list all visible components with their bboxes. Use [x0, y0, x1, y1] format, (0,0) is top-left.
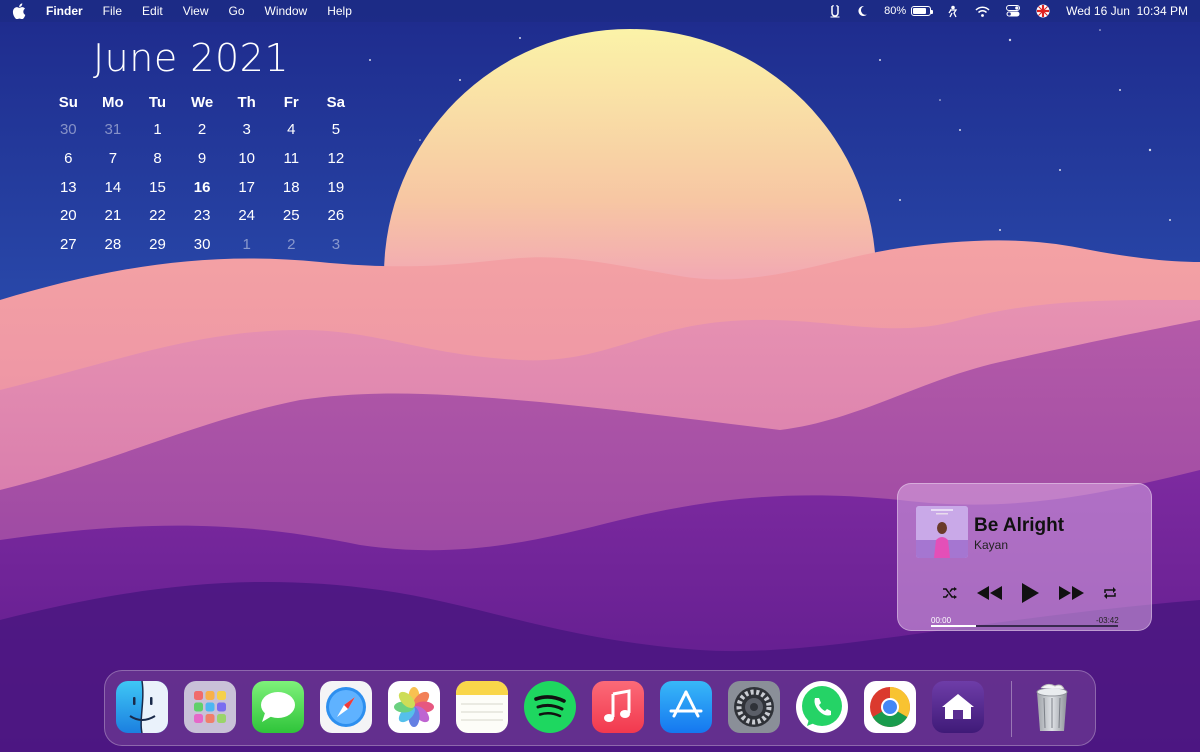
calendar-day: 31 — [104, 121, 122, 138]
whatsapp-icon[interactable] — [795, 680, 849, 734]
launchpad-icon[interactable] — [183, 680, 237, 734]
calendar-day: 24 — [238, 207, 256, 225]
calendar-day: 14 — [104, 178, 122, 196]
calendar-title: June 2021 — [92, 36, 290, 80]
messages-icon[interactable] — [251, 680, 305, 734]
dock-separator — [1011, 681, 1012, 737]
menu-bar: Finder File Edit View Go Window Help 80% — [0, 0, 1200, 22]
spotify-icon[interactable] — [523, 680, 577, 734]
u-status-icon[interactable] — [830, 4, 840, 18]
track-title: Be Alright — [974, 515, 1065, 536]
repeat-icon[interactable] — [1102, 585, 1118, 601]
calendar-grid: Su Mo Tu We Th Fr Sa 30 31 1 2 3 4 5 6 7 8 9 10 11 12 13 14 15 1… — [46, 90, 356, 260]
calendar-day: 25 — [282, 207, 300, 225]
fast-forward-icon[interactable] — [1058, 586, 1084, 600]
now-playing-widget: Be Alright Kayan 00:00 -03:42 — [897, 483, 1152, 631]
chrome-icon[interactable] — [863, 680, 917, 734]
calendar-day: 6 — [64, 149, 73, 167]
calendar-day: 30 — [59, 121, 77, 138]
battery-icon — [911, 6, 934, 16]
calendar-weekday: Tu — [148, 94, 167, 111]
calendar-day: 7 — [108, 149, 118, 167]
play-icon[interactable] — [1021, 583, 1039, 603]
calendar-weekday: Su — [58, 94, 78, 111]
rewind-icon[interactable] — [976, 586, 1003, 600]
calendar-day: 10 — [238, 149, 256, 167]
apple-logo-icon[interactable] — [12, 3, 26, 19]
menu-go[interactable]: Go — [229, 4, 245, 18]
calendar-day: 5 — [331, 121, 341, 138]
playback-progress-bar[interactable] — [931, 625, 1118, 627]
menu-help[interactable]: Help — [327, 4, 352, 18]
calendar-day: 15 — [149, 178, 166, 196]
calendar-day: 2 — [197, 121, 207, 138]
calendar-day: 13 — [59, 178, 77, 196]
menu-window[interactable]: Window — [265, 4, 308, 18]
calendar-day: 28 — [104, 236, 122, 254]
trash-icon[interactable] — [1025, 680, 1079, 734]
menu-app-name[interactable]: Finder — [46, 4, 83, 18]
app-status-icon[interactable] — [947, 5, 959, 18]
calendar-weekday: Fr — [283, 94, 299, 111]
notes-icon[interactable] — [455, 680, 509, 734]
calendar-day: 17 — [238, 178, 256, 196]
calendar-day: 30 — [193, 236, 211, 254]
control-center-icon[interactable] — [1006, 5, 1021, 17]
menu-file[interactable]: File — [103, 4, 122, 18]
calendar-weekday: Th — [237, 94, 256, 111]
safari-icon[interactable] — [319, 680, 373, 734]
calendar-day: 11 — [283, 149, 300, 167]
finder-icon[interactable] — [115, 680, 169, 734]
menu-view[interactable]: View — [183, 4, 209, 18]
calendar-day: 26 — [327, 207, 345, 225]
calendar-day: 1 — [153, 121, 162, 138]
battery-fill — [913, 8, 926, 14]
calendar-day: 23 — [193, 207, 211, 225]
calendar-day: 3 — [242, 121, 251, 138]
calendar-day: 27 — [59, 236, 77, 254]
track-artist: Kayan — [974, 538, 1009, 552]
photos-icon[interactable] — [387, 680, 441, 734]
menu-edit[interactable]: Edit — [142, 4, 163, 18]
menu-clock[interactable]: Wed 16 Jun 10:34 PM — [1066, 4, 1188, 18]
calendar-day: 3 — [331, 236, 341, 254]
calendar-widget: June 2021 Su Mo Tu We Th Fr Sa 30 31 1 2 3 4 5 6 7 8 9 10 1… — [46, 36, 356, 260]
music-icon[interactable] — [591, 680, 645, 734]
home-app-icon[interactable] — [931, 680, 985, 734]
calendar-day: 9 — [197, 149, 207, 167]
flag-icon[interactable] — [1036, 4, 1050, 18]
calendar-today: 16 — [180, 174, 225, 203]
calendar-day: 21 — [104, 207, 122, 225]
calendar-day: 4 — [287, 121, 296, 138]
app-store-icon[interactable] — [659, 680, 713, 734]
calendar-day: 8 — [153, 149, 162, 167]
battery-percent: 80% — [884, 5, 907, 17]
system-preferences-icon[interactable] — [727, 680, 781, 734]
calendar-weekday: Sa — [326, 94, 346, 111]
dock — [104, 670, 1096, 746]
battery-status[interactable]: 80% — [884, 5, 934, 17]
wifi-icon[interactable] — [975, 5, 990, 17]
calendar-weekday: We — [190, 94, 214, 111]
calendar-day: 1 — [242, 236, 251, 254]
calendar-day: 19 — [327, 178, 345, 196]
time-remaining: -03:42 — [1096, 616, 1119, 625]
calendar-day: 20 — [59, 207, 77, 225]
shuffle-icon[interactable] — [942, 586, 958, 600]
calendar-day: 22 — [149, 207, 166, 225]
playback-controls — [942, 581, 1118, 605]
calendar-weekday: Mo — [102, 94, 124, 111]
calendar-day: 2 — [287, 236, 296, 254]
calendar-day: 18 — [282, 178, 300, 196]
moon-icon[interactable] — [856, 5, 868, 17]
playback-progress-fill — [931, 625, 976, 627]
time-elapsed: 00:00 — [931, 616, 952, 625]
calendar-day: 29 — [149, 236, 166, 254]
calendar-day: 12 — [327, 149, 345, 167]
album-art[interactable] — [916, 506, 968, 558]
